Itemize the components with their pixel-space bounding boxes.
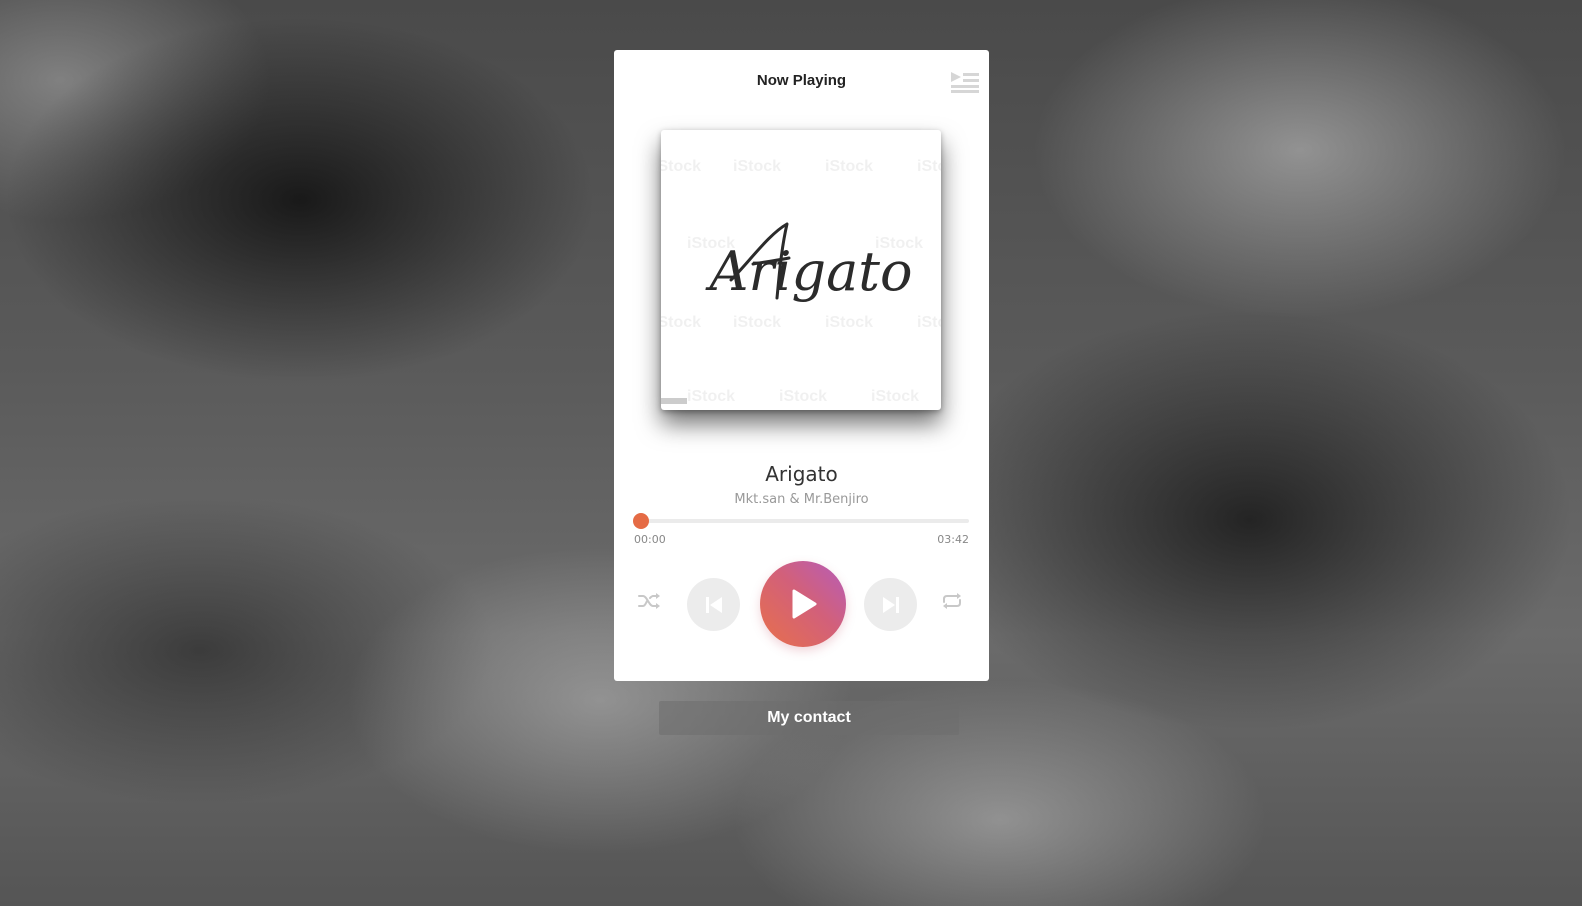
my-contact-button[interactable]: My contact	[659, 701, 959, 735]
repeat-icon	[943, 593, 961, 609]
playlist-icon[interactable]	[950, 70, 980, 94]
previous-button[interactable]	[687, 578, 740, 631]
play-button[interactable]	[760, 561, 846, 647]
music-player-card: Now Playing iStock iStock iStock iStock …	[614, 50, 989, 681]
cover-corner-mark	[661, 398, 687, 404]
progress-bar[interactable]	[632, 513, 969, 529]
skip-previous-icon	[705, 596, 722, 613]
play-icon	[792, 589, 817, 619]
current-time: 00:00	[634, 533, 666, 546]
album-cover: iStock iStock iStock iStock iStock iStoc…	[661, 130, 941, 410]
progress-knob[interactable]	[632, 513, 649, 529]
album-cover-art: Arigato	[704, 222, 913, 303]
shuffle-icon	[638, 593, 660, 609]
album-cover-title: Arigato	[704, 240, 912, 303]
next-button[interactable]	[864, 578, 917, 631]
shuffle-button[interactable]	[636, 588, 662, 614]
total-time: 03:42	[937, 533, 969, 546]
track-title: Arigato	[765, 462, 838, 486]
header-title: Now Playing	[756, 72, 847, 89]
skip-next-icon	[882, 596, 899, 613]
repeat-button[interactable]	[939, 588, 965, 614]
track-artist: Mkt.san & Mr.Benjiro	[734, 492, 869, 507]
